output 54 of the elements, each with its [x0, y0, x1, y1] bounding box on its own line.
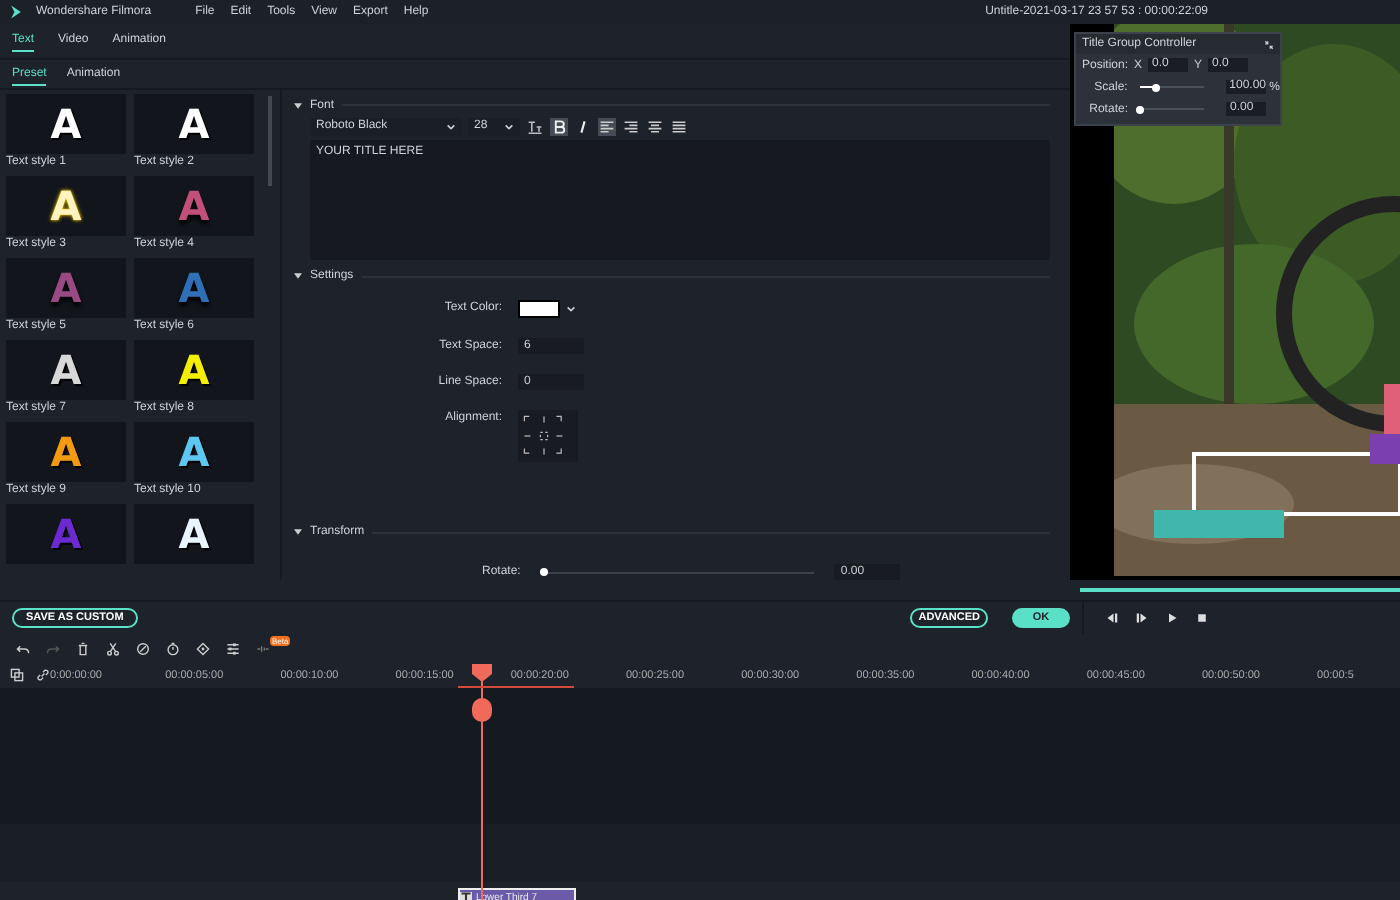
copy-icon[interactable] — [10, 668, 24, 682]
collapse-icon[interactable] — [294, 528, 302, 537]
style-letter: A — [178, 429, 210, 475]
style-letter: A — [50, 511, 82, 557]
timer-icon[interactable] — [166, 641, 180, 655]
stop-icon[interactable] — [1196, 612, 1208, 624]
waveform-icon[interactable] — [256, 641, 270, 655]
scrollbar[interactable] — [268, 96, 272, 186]
caret-icon[interactable] — [446, 121, 456, 132]
app-logo-icon — [8, 4, 24, 20]
redo-icon — [46, 641, 60, 655]
link-icon[interactable] — [36, 668, 50, 682]
delete-icon[interactable] — [76, 641, 90, 655]
center-icon[interactable] — [538, 429, 550, 442]
style-thumbnail[interactable]: A — [134, 176, 254, 236]
style-letter: A — [178, 183, 210, 229]
collapse-icon[interactable] — [294, 272, 302, 281]
style-thumbnail[interactable]: A — [134, 258, 254, 318]
style-letter: A — [50, 101, 82, 147]
text-size-icon[interactable] — [526, 117, 544, 136]
style-letter: A — [50, 429, 82, 475]
style-thumbnail[interactable]: A — [6, 94, 126, 154]
align-icon[interactable] — [622, 117, 640, 136]
style-thumbnail[interactable]: A — [134, 94, 254, 154]
align-icon[interactable] — [670, 117, 688, 136]
next-frame-icon[interactable] — [1136, 612, 1148, 624]
alignment-grid[interactable] — [518, 409, 578, 462]
align-icon[interactable] — [598, 117, 616, 136]
bold-icon[interactable] — [550, 117, 568, 136]
style-letter: A — [50, 183, 82, 229]
style-thumbnail[interactable]: A — [134, 422, 254, 482]
adjust-icon[interactable] — [226, 641, 240, 655]
caret-icon[interactable] — [566, 303, 576, 314]
keyframe-icon[interactable] — [196, 641, 210, 655]
color-swatch[interactable] — [518, 299, 560, 318]
style-thumbnail[interactable]: A — [6, 422, 126, 482]
previous-frame-icon[interactable] — [1106, 612, 1118, 624]
style-letter: A — [178, 511, 210, 557]
style-thumbnail[interactable]: A — [6, 340, 126, 400]
style-letter: A — [50, 347, 82, 393]
undo-icon[interactable] — [16, 641, 30, 655]
style-letter: A — [178, 347, 210, 393]
collapse-icon[interactable] — [294, 101, 302, 110]
style-letter: A — [178, 101, 210, 147]
collapse-icon[interactable] — [1264, 39, 1274, 49]
style-thumbnail[interactable]: A — [6, 176, 126, 236]
scissors-icon[interactable] — [106, 641, 120, 655]
style-letter: A — [178, 265, 210, 311]
caret-icon[interactable] — [504, 121, 514, 132]
align-icon[interactable] — [646, 117, 664, 136]
play-icon[interactable] — [1166, 612, 1178, 624]
style-letter: A — [50, 265, 82, 311]
style-thumbnail[interactable]: A — [134, 340, 254, 400]
style-thumbnail[interactable]: A — [134, 504, 254, 564]
